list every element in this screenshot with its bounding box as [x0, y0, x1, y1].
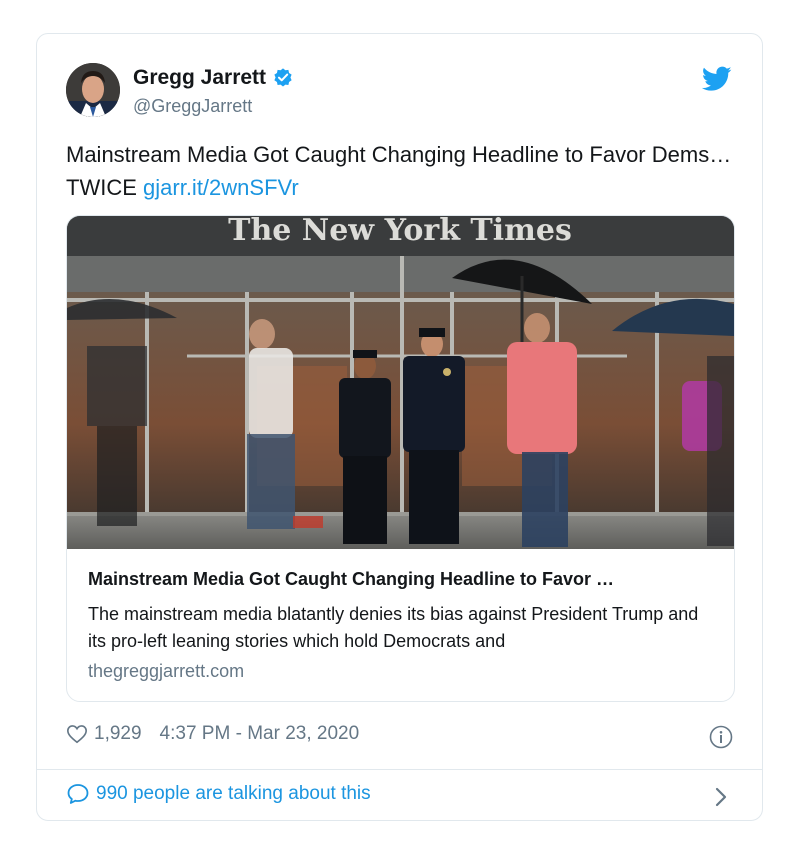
newspaper-sign: The New York Times	[228, 216, 572, 248]
card-domain: thegreggjarrett.com	[88, 661, 245, 681]
author-handle[interactable]: @GreggJarrett	[133, 96, 252, 117]
card-image[interactable]: The New York Times	[67, 216, 734, 549]
card-title[interactable]: Mainstream Media Got Caught Changing Hea…	[88, 569, 718, 590]
tweet-embed: Gregg Jarrett @GreggJarrett Mainstream M…	[36, 33, 763, 821]
conversation-label[interactable]: 990 people are talking about this	[96, 783, 371, 805]
like-count: 1,929	[94, 723, 142, 744]
author-name-row[interactable]: Gregg Jarrett	[133, 66, 294, 90]
tweet-text: Mainstream Media Got Caught Changing Hea…	[66, 138, 736, 204]
conversation-link[interactable]: 990 people are talking about this	[66, 782, 371, 806]
card-description: The mainstream media blatantly denies it…	[88, 604, 699, 651]
link-card[interactable]: The New York Times Mainstream Media Got …	[66, 215, 735, 702]
info-icon[interactable]	[709, 725, 733, 749]
twitter-bird-icon[interactable]	[701, 66, 732, 92]
speech-bubble-icon	[67, 784, 89, 804]
avatar[interactable]	[66, 63, 120, 117]
like-button[interactable]: 1,929	[66, 723, 160, 745]
heart-icon	[67, 725, 87, 744]
chevron-right-icon[interactable]	[714, 786, 728, 808]
author-name[interactable]: Gregg Jarrett	[133, 66, 266, 90]
tweet-meta: 1,929 4:37 PM - Mar 23, 2020	[66, 723, 359, 745]
verified-badge-icon	[272, 67, 294, 89]
divider	[37, 769, 762, 770]
tweet-timestamp[interactable]: 4:37 PM - Mar 23, 2020	[160, 723, 360, 745]
tweet-link[interactable]: gjarr.it/2wnSFVr	[143, 175, 299, 200]
